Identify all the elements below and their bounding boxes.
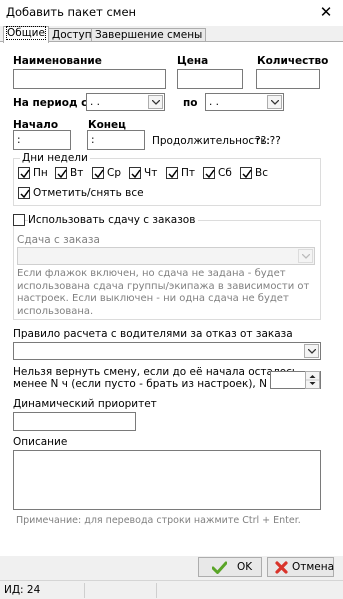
close-icon[interactable]: ✕ <box>315 2 337 22</box>
weekday-tue-label: Вт <box>70 167 84 179</box>
name-input[interactable] <box>13 69 166 89</box>
description-note: Примечание: для перевода строки нажмите … <box>16 515 301 526</box>
description-label: Описание <box>13 436 68 448</box>
change-hint: Если флажок включен, но сдача не задана … <box>17 268 310 317</box>
weekday-tue-checkbox[interactable] <box>55 167 67 179</box>
chevron-down-icon[interactable] <box>267 95 282 109</box>
status-separator <box>84 583 85 598</box>
priority-input[interactable] <box>13 412 136 431</box>
quantity-input[interactable] <box>256 69 320 89</box>
change-combo <box>17 247 315 265</box>
priority-label: Динамический приоритет <box>13 398 157 410</box>
cancel-button[interactable]: Отмена <box>267 557 334 577</box>
quantity-label: Количество <box>257 55 329 67</box>
stepper-arrows-icon[interactable] <box>305 371 320 389</box>
tab-shift-completion-label: Завершение смены <box>95 29 203 41</box>
weekday-sun-label: Вс <box>255 167 268 179</box>
price-label: Цена <box>177 55 209 67</box>
description-textarea[interactable] <box>13 450 321 510</box>
ok-button[interactable]: OK <box>198 557 262 577</box>
price-input[interactable] <box>177 69 243 89</box>
window-title: Добавить пакет смен <box>6 5 137 19</box>
green-checkmark-icon <box>212 561 227 574</box>
title-bar: Добавить пакет смен ✕ <box>0 0 343 26</box>
weekday-thu-checkbox[interactable] <box>129 167 141 179</box>
toggle-all-label: Отметить/снять все <box>33 187 144 199</box>
general-tab-panel: Наименование Цена Количество На период с… <box>0 41 343 556</box>
period-to-value: . . <box>209 96 220 108</box>
return-rule-label-line1: Нельзя вернуть смену, если до её начала … <box>13 366 299 378</box>
start-time-input[interactable]: : <box>13 130 71 150</box>
weekday-fri-checkbox[interactable] <box>166 167 178 179</box>
weekday-thu-label: Чт <box>144 167 158 179</box>
tab-shift-completion[interactable]: Завершение смены <box>91 28 207 42</box>
name-label: Наименование <box>13 55 102 67</box>
weekday-sun-checkbox[interactable] <box>240 167 252 179</box>
status-separator <box>156 583 157 598</box>
tab-access-label: Доступ <box>52 29 92 41</box>
chevron-down-icon[interactable] <box>148 95 163 109</box>
return-rule-label-line2: менее N ч (если пусто - брать из настрое… <box>13 378 280 390</box>
period-to-picker[interactable]: . . <box>205 93 284 111</box>
ok-button-label: OK <box>237 561 253 573</box>
tab-strip: Общие Доступ Завершение смены <box>0 26 343 43</box>
record-id: ИД: 24 <box>4 584 41 596</box>
red-cross-icon <box>275 561 288 574</box>
tab-general-label: Общие <box>6 26 46 40</box>
tab-access[interactable]: Доступ <box>48 28 96 42</box>
weekday-wed-label: Ср <box>107 167 121 179</box>
status-bar: ИД: 24 <box>0 580 343 599</box>
duration-value: ??:?? <box>255 135 281 147</box>
chevron-down-icon[interactable] <box>304 344 319 358</box>
tab-general[interactable]: Общие <box>3 26 49 43</box>
change-combo-label: Сдача с заказа <box>17 234 100 246</box>
period-to-label: по <box>183 97 198 109</box>
weekday-sat-label: Сб <box>218 167 232 179</box>
driver-rule-label: Правило расчета с водителями за отказ от… <box>13 328 293 340</box>
weekday-mon-label: Пн <box>33 167 48 179</box>
weekdays-group-label: Дни недели <box>20 152 90 164</box>
period-from-picker[interactable]: . . <box>86 93 165 111</box>
weekday-mon-checkbox[interactable] <box>18 167 30 179</box>
cancel-button-label: Отмена <box>292 561 335 573</box>
chevron-down-icon <box>298 249 313 263</box>
period-from-label: На период с <box>13 97 88 109</box>
period-from-value: . . <box>90 96 101 108</box>
end-time-input[interactable]: : <box>87 130 145 150</box>
driver-rule-combo[interactable] <box>13 342 321 360</box>
use-change-label: Использовать сдачу с заказов <box>28 214 199 226</box>
weekday-wed-checkbox[interactable] <box>92 167 104 179</box>
weekday-fri-label: Пт <box>181 167 196 179</box>
duration-label: Продолжительность: <box>152 135 271 147</box>
weekday-sat-checkbox[interactable] <box>203 167 215 179</box>
toggle-all-checkbox[interactable] <box>18 187 30 199</box>
use-change-checkbox[interactable] <box>13 214 25 226</box>
